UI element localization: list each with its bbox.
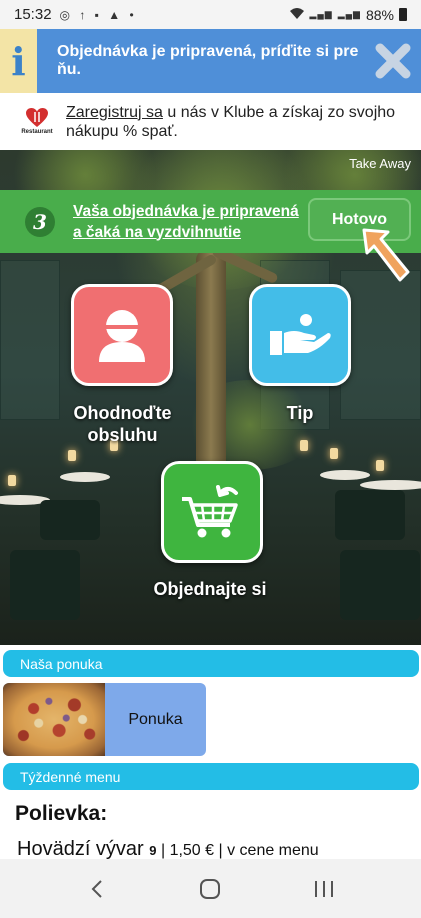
restaurant-logo: Restaurant xyxy=(20,102,54,142)
battery-icon xyxy=(399,8,407,21)
offer-section-header[interactable]: Naša ponuka xyxy=(3,650,419,677)
arrow-pointer-icon xyxy=(362,228,410,282)
recent-apps-icon xyxy=(315,880,334,897)
offer-card-label: Ponuka xyxy=(128,710,183,728)
notification-icons: ◎ ↑ ▪ ▲ • xyxy=(59,7,137,22)
chair xyxy=(10,550,80,620)
chair xyxy=(335,490,405,540)
order-status-bar: 3 Vaša objednávka je pripravená a čaká n… xyxy=(0,190,421,253)
signal-icon-2: ▂▄▆ xyxy=(337,9,361,19)
chair xyxy=(340,550,420,620)
chevron-left-icon xyxy=(91,879,102,898)
back-button[interactable] xyxy=(67,869,127,909)
cart-icon xyxy=(182,485,238,538)
offer-card[interactable]: Ponuka xyxy=(3,683,206,756)
status-bar: 15:32 ◎ ↑ ▪ ▲ • ▂▄▆ ▂▄▆ 88% xyxy=(0,0,421,29)
order-ready-notification: i Objednávka je pripravená, príďite si p… xyxy=(0,29,421,93)
club-text: Zaregistruj sa u nás v Klube a získaj zo… xyxy=(66,103,406,141)
takeaway-label: Take Away xyxy=(349,156,411,171)
menu-item: Hovädzí vývar 9 | 1,50 € | v cene menu xyxy=(17,838,319,861)
home-button[interactable] xyxy=(180,869,240,909)
hand-tip-icon xyxy=(270,314,331,355)
tip-label: Tip xyxy=(286,403,314,423)
register-link[interactable]: Zaregistruj sa xyxy=(66,104,163,121)
menu-item-name: Hovädzí vývar xyxy=(17,838,144,860)
waiter-icon xyxy=(99,310,145,362)
menu-category-heading: Polievka: xyxy=(15,802,108,825)
system-nav-bar xyxy=(0,859,421,918)
recent-apps-button[interactable] xyxy=(294,869,354,909)
table-lamp xyxy=(300,440,308,451)
wall-panel xyxy=(340,270,421,420)
chair xyxy=(40,500,100,540)
notification-text: Objednávka je pripravená, príďite si pre… xyxy=(57,43,359,78)
wall-panel xyxy=(0,260,60,420)
pizza-image xyxy=(3,683,105,756)
table-lamp xyxy=(8,475,16,486)
club-banner: Restaurant Zaregistruj sa u nás v Klube … xyxy=(0,93,421,150)
table-lamp xyxy=(68,450,76,461)
table-lamp xyxy=(330,448,338,459)
battery-percent: 88% xyxy=(365,6,394,23)
signal-icon: ▂▄▆ xyxy=(309,9,333,19)
order-button[interactable] xyxy=(161,461,263,563)
order-status-link[interactable]: Vaša objednávka je pripravená a čaká na … xyxy=(73,201,308,243)
weekly-menu-header[interactable]: Týždenné menu xyxy=(3,763,419,790)
order-number: 3 xyxy=(25,206,55,237)
table-top xyxy=(360,480,421,490)
hero-background: Take Away 3 Vaša objednávka je pripraven… xyxy=(0,150,421,645)
rate-service-label: Ohodnoďte obsluhu xyxy=(73,403,172,445)
wifi-icon xyxy=(289,7,305,23)
table-top xyxy=(60,472,110,482)
rate-service-button[interactable] xyxy=(71,284,173,386)
menu-item-number: 9 xyxy=(149,843,157,858)
menu-item-meta: | 1,50 € | v cene menu xyxy=(156,842,319,859)
status-right: ▂▄▆ ▂▄▆ 88% xyxy=(289,6,407,23)
info-icon: i xyxy=(0,29,37,93)
tip-button[interactable] xyxy=(249,284,351,386)
table-top xyxy=(320,470,370,480)
order-label: Objednajte si xyxy=(153,579,267,599)
table-lamp xyxy=(376,460,384,471)
status-time: 15:32 xyxy=(14,6,52,23)
home-icon xyxy=(200,878,221,899)
close-icon[interactable] xyxy=(365,29,421,93)
